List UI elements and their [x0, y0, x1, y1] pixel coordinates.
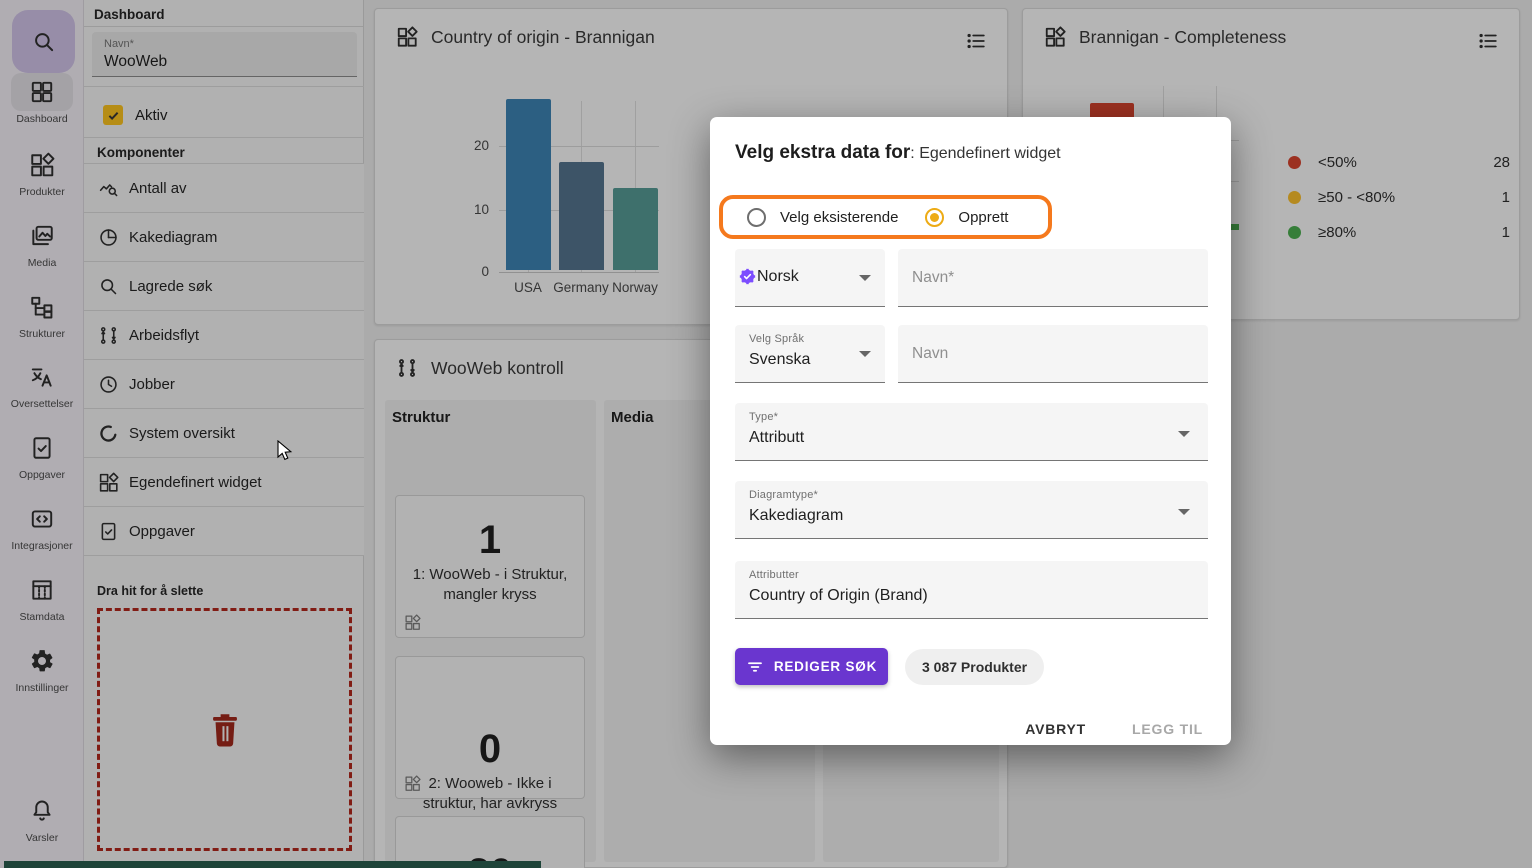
select-label: Velg Språk — [749, 333, 804, 345]
radio-velg-eksisterende[interactable] — [747, 208, 766, 227]
app-root: Dashboard Produkter Media Strukturer Ove — [0, 0, 1532, 868]
attributes-field[interactable]: Attributter Country of Origin (Brand) — [735, 561, 1208, 619]
verified-badge-icon — [739, 268, 756, 285]
radio-label[interactable]: Velg eksisterende — [780, 209, 898, 226]
dialog-title-bold: Velg ekstra data for — [735, 142, 910, 163]
mouse-cursor — [276, 440, 296, 462]
language2-select[interactable]: Velg Språk Svenska — [735, 325, 885, 383]
field-value: Country of Origin (Brand) — [749, 587, 928, 605]
radio-opprett[interactable] — [925, 208, 944, 227]
select-label: Type* — [749, 411, 778, 423]
dialog-actions: AVBRYT LEGG TIL — [1015, 713, 1213, 745]
select-value: Svenska — [749, 351, 810, 369]
diagram-type-select[interactable]: Diagramtype* Kakediagram — [735, 481, 1208, 539]
dialog-title: Velg ekstra data for: Egendefinert widge… — [735, 142, 1061, 164]
extra-data-dialog: Velg ekstra data for: Egendefinert widge… — [710, 117, 1231, 745]
name-input-field[interactable] — [912, 325, 1160, 382]
radio-label[interactable]: Opprett — [958, 209, 1008, 226]
name-input-sv[interactable] — [898, 325, 1208, 383]
filter-icon — [746, 658, 764, 676]
select-value: Attributt — [749, 429, 804, 447]
cancel-button[interactable]: AVBRYT — [1015, 713, 1096, 745]
select-label: Diagramtype* — [749, 489, 818, 501]
dialog-title-suffix: : Egendefinert widget — [910, 145, 1060, 162]
select-value: Kakediagram — [749, 507, 843, 525]
add-button[interactable]: LEGG TIL — [1122, 713, 1213, 745]
edit-search-button[interactable]: REDIGER SØK — [735, 648, 888, 685]
name-input-field[interactable] — [912, 249, 1160, 306]
select-value: Norsk — [757, 268, 799, 286]
products-count-chip: 3 087 Produkter — [905, 649, 1044, 685]
chevron-down-icon — [859, 351, 871, 357]
edit-search-label: REDIGER SØK — [774, 659, 877, 674]
chevron-down-icon — [859, 275, 871, 281]
name-input-no[interactable] — [898, 249, 1208, 307]
language-select[interactable]: Norsk — [735, 249, 885, 307]
chevron-down-icon — [1178, 509, 1190, 515]
radio-group-highlighted: Velg eksisterende Opprett — [719, 195, 1052, 239]
chevron-down-icon — [1178, 431, 1190, 437]
type-select[interactable]: Type* Attributt — [735, 403, 1208, 461]
field-label: Attributter — [749, 569, 799, 581]
